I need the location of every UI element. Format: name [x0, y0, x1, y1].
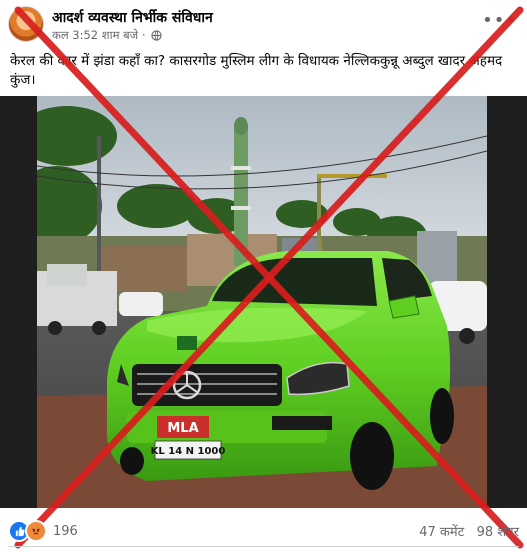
plate-number-text: KL 14 N 1000 — [151, 446, 226, 457]
engagement-stats: 47 कमेंट 98 शेयर — [419, 522, 519, 540]
shares-count[interactable]: 98 शेयर — [477, 525, 519, 540]
post-meta: कल 3:52 शाम बजे · — [52, 28, 162, 44]
globe-icon — [151, 30, 162, 44]
footer-divider — [8, 546, 519, 547]
comments-count[interactable]: 47 कमेंट — [419, 525, 464, 540]
angry-icon — [25, 520, 47, 542]
plate-mla-text: MLA — [167, 421, 198, 436]
post-caption: केरल की कार में झंडा कहाँ का? कासरगोड मु… — [10, 53, 503, 88]
post-photo[interactable]: MLA KL 14 N 1000 — [37, 96, 487, 508]
author-name[interactable]: आदर्श व्यवस्था निर्भीक संविधान — [52, 8, 213, 27]
author-avatar[interactable] — [8, 6, 44, 42]
photo-frame: MLA KL 14 N 1000 — [0, 96, 527, 508]
facebook-post: आदर्श व्यवस्था निर्भीक संविधान कल 3:52 श… — [0, 0, 527, 552]
more-options-icon[interactable]: ••• — [482, 10, 517, 31]
post-timestamp[interactable]: कल 3:52 शाम बजे · — [52, 28, 146, 42]
reactions-summary[interactable]: 196 — [8, 520, 78, 542]
reaction-count: 196 — [53, 523, 78, 539]
